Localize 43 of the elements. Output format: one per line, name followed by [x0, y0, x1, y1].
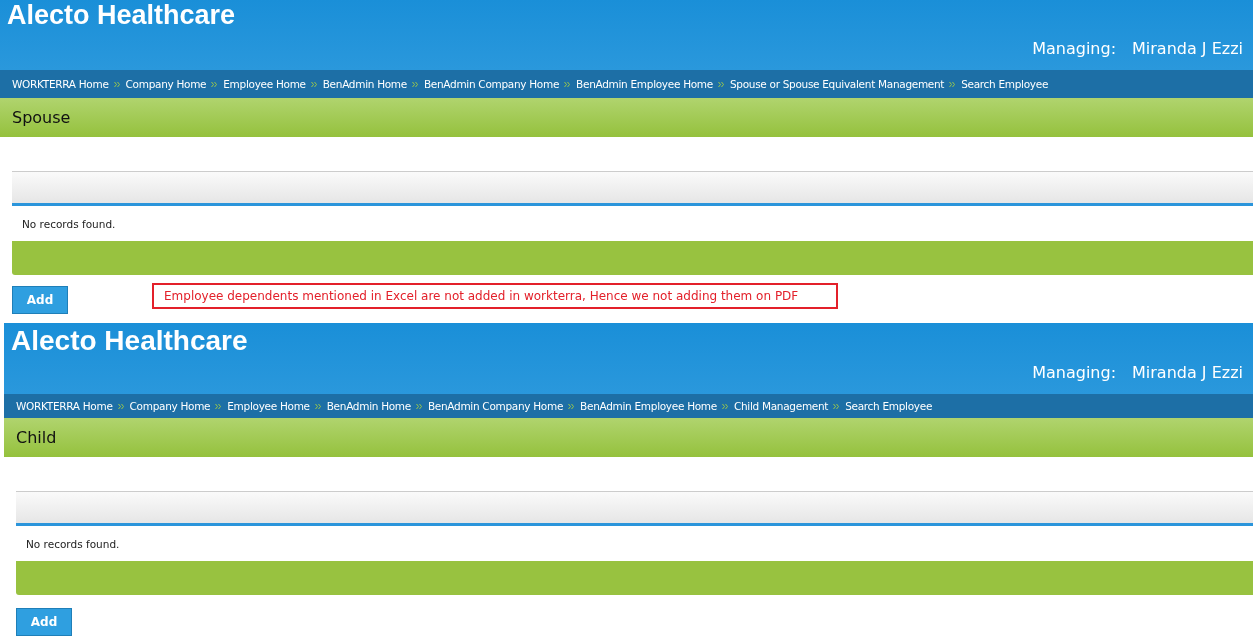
managed-employee-name: Miranda J Ezzi — [1132, 39, 1243, 58]
breadcrumb-link[interactable]: Company Home — [129, 400, 211, 413]
breadcrumb-link[interactable]: Employee Home — [227, 400, 310, 413]
company-name: Alecto Healthcare — [10, 325, 248, 357]
add-button[interactable]: Add — [12, 286, 68, 314]
breadcrumb-link[interactable]: Child Management — [733, 400, 829, 413]
breadcrumb-link[interactable]: Search Employee — [845, 400, 933, 413]
separator-icon — [215, 402, 223, 410]
add-button[interactable]: Add — [16, 608, 72, 636]
separator-icon — [568, 402, 576, 410]
breadcrumb-link[interactable]: Employee Home — [223, 78, 306, 90]
separator-icon — [113, 80, 121, 88]
empty-grid-message: No records found. — [25, 536, 121, 552]
breadcrumb-link[interactable]: Spouse or Spouse Equivalent Management — [729, 78, 945, 90]
annotation-note: Employee dependents mentioned in Excel are not added in workterra, Hence we not adding them on PDF — [152, 282, 838, 309]
breadcrumb-link[interactable]: BenAdmin Employee Home — [580, 400, 717, 413]
separator-icon — [411, 80, 419, 88]
separator-icon — [117, 402, 125, 410]
managing-label: Managing: — [1032, 39, 1116, 58]
section-title: Spouse — [11, 108, 71, 127]
separator-icon — [717, 80, 725, 88]
breadcrumb-link[interactable]: BenAdmin Employee Home — [576, 78, 713, 90]
section-title: Child — [15, 428, 57, 448]
company-name: Alecto Healthcare — [6, 0, 236, 31]
breadcrumb-link[interactable]: BenAdmin Company Home — [427, 400, 564, 413]
breadcrumb-link[interactable]: WORKTERRA Home — [12, 78, 109, 90]
separator-icon — [310, 80, 318, 88]
separator-icon — [564, 80, 572, 88]
separator-icon — [833, 402, 841, 410]
empty-grid-message: No records found. — [21, 216, 117, 232]
managed-employee-name: Miranda J Ezzi — [1132, 363, 1243, 383]
breadcrumb-link[interactable]: BenAdmin Home — [322, 78, 407, 90]
breadcrumb-link[interactable]: BenAdmin Company Home — [423, 78, 560, 90]
separator-icon — [211, 80, 219, 88]
breadcrumb-link[interactable]: BenAdmin Home — [326, 400, 411, 413]
separator-icon — [314, 402, 322, 410]
breadcrumb-link[interactable]: WORKTERRA Home — [16, 400, 113, 413]
breadcrumb-link[interactable]: Company Home — [125, 78, 207, 90]
separator-icon — [949, 80, 957, 88]
separator-icon — [721, 402, 729, 410]
breadcrumb-link[interactable]: Search Employee — [961, 78, 1049, 90]
managing-label: Managing: — [1032, 363, 1116, 383]
separator-icon — [415, 402, 423, 410]
